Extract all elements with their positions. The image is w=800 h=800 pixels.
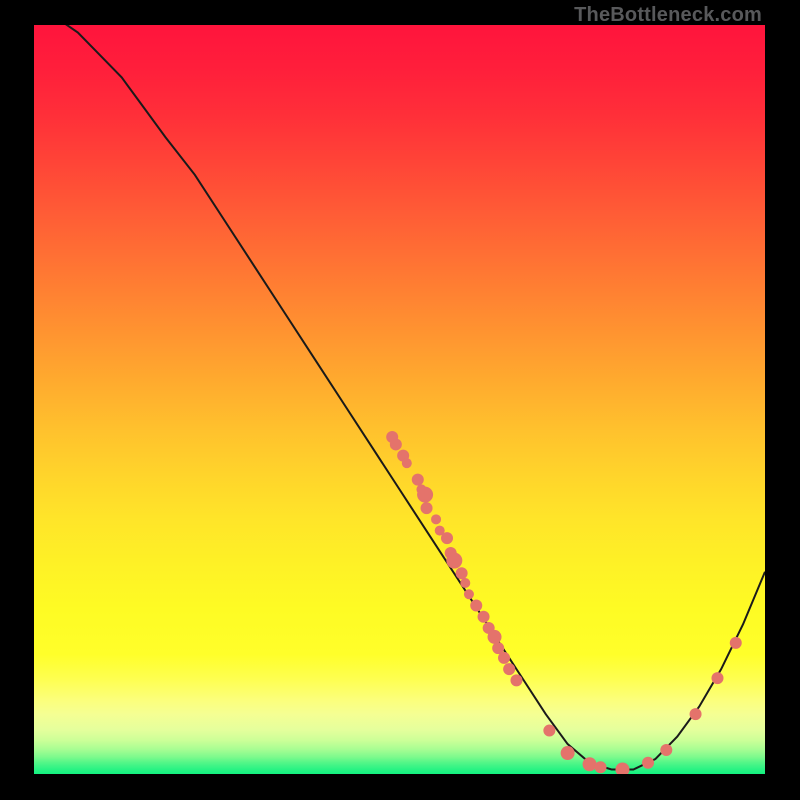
data-marker xyxy=(711,672,723,684)
data-marker xyxy=(583,757,597,771)
data-marker xyxy=(561,746,575,760)
plot-area xyxy=(34,25,765,774)
gradient-background xyxy=(34,25,765,774)
data-marker xyxy=(503,663,515,675)
data-marker xyxy=(464,589,474,599)
data-marker xyxy=(417,487,433,503)
data-marker xyxy=(460,578,470,588)
data-marker xyxy=(488,630,502,644)
data-marker xyxy=(412,474,424,486)
chart-svg xyxy=(34,25,765,774)
data-marker xyxy=(478,611,490,623)
data-marker xyxy=(498,652,510,664)
data-marker xyxy=(421,502,433,514)
data-marker xyxy=(441,532,453,544)
data-marker xyxy=(446,553,462,569)
data-marker xyxy=(390,438,402,450)
data-marker xyxy=(730,637,742,649)
data-marker xyxy=(595,761,607,773)
data-marker xyxy=(660,744,672,756)
data-marker xyxy=(456,567,468,579)
data-marker xyxy=(543,725,555,737)
chart-container: TheBottleneck.com xyxy=(0,0,800,800)
data-marker xyxy=(510,674,522,686)
data-marker xyxy=(431,514,441,524)
watermark-text: TheBottleneck.com xyxy=(574,4,762,27)
data-marker xyxy=(690,708,702,720)
data-marker xyxy=(402,458,412,468)
data-marker xyxy=(642,757,654,769)
data-marker xyxy=(470,599,482,611)
